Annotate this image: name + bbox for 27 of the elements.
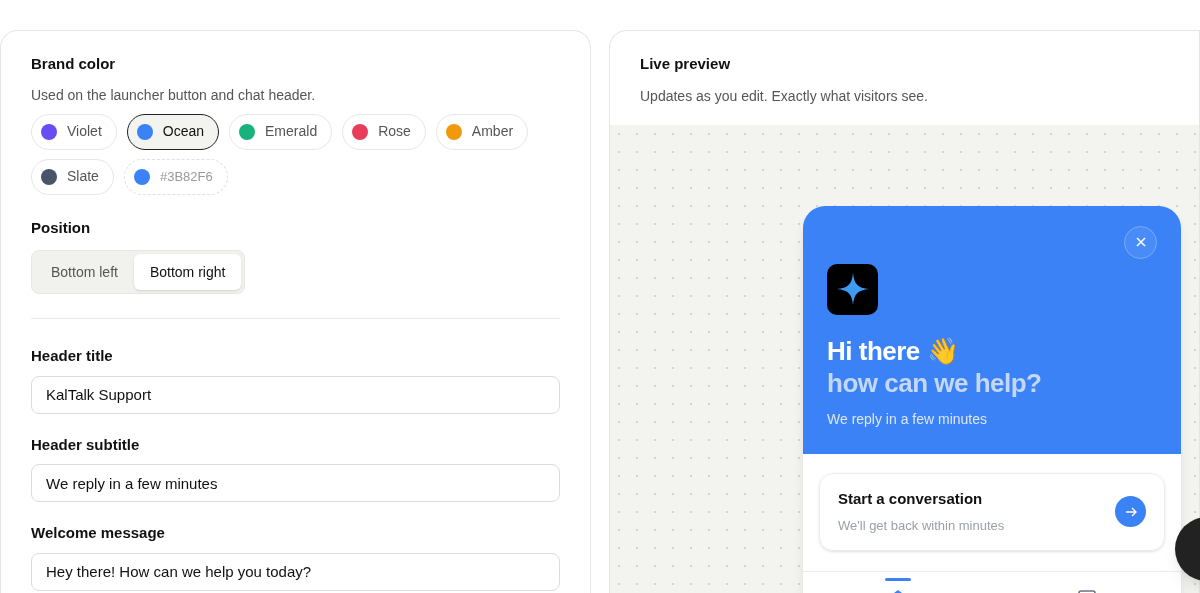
- section-hint: Used on the launcher button and chat header.: [31, 85, 317, 105]
- color-chip[interactable]: Amber: [435, 113, 529, 150]
- widget-subtitle: We reply in a few minutes: [827, 409, 989, 429]
- start-conversation-card[interactable]: Start a conversation We'll get back within minutes: [819, 472, 1165, 551]
- field-label: Header title: [31, 346, 114, 366]
- section-label: Position: [31, 217, 92, 238]
- greeting-question: how can we help?: [827, 366, 1043, 399]
- card-title: Start a conversation: [838, 488, 984, 509]
- field-label: Welcome message: [31, 523, 166, 543]
- greeting-heading: Hi there 👋: [827, 334, 960, 367]
- preview-title: Live preview: [640, 54, 732, 74]
- color-chip[interactable]: Violet: [31, 113, 117, 150]
- preview-subtitle: Updates as you edit. Exactly what visitors see.: [640, 86, 929, 106]
- color-chip[interactable]: Ocean: [126, 113, 220, 150]
- card-subtitle: We'll get back within minutes: [838, 517, 1005, 535]
- text-field[interactable]: We reply in a few minutes: [31, 464, 560, 502]
- segment-tab[interactable]: Bottom right: [133, 254, 242, 290]
- text-field[interactable]: KalTalk Support: [31, 375, 560, 414]
- segment-tab[interactable]: Bottom left: [35, 254, 134, 290]
- color-chip[interactable]: Emerald: [229, 113, 333, 150]
- field-label: Header subtitle: [31, 434, 141, 455]
- text-field[interactable]: Hey there! How can we help you today?: [31, 552, 560, 591]
- close-button[interactable]: [1124, 225, 1157, 259]
- color-chip[interactable]: Slate: [31, 158, 114, 195]
- color-chip[interactable]: Rose: [342, 113, 426, 150]
- close-icon: [1135, 237, 1146, 247]
- section-label: Brand color: [31, 54, 117, 74]
